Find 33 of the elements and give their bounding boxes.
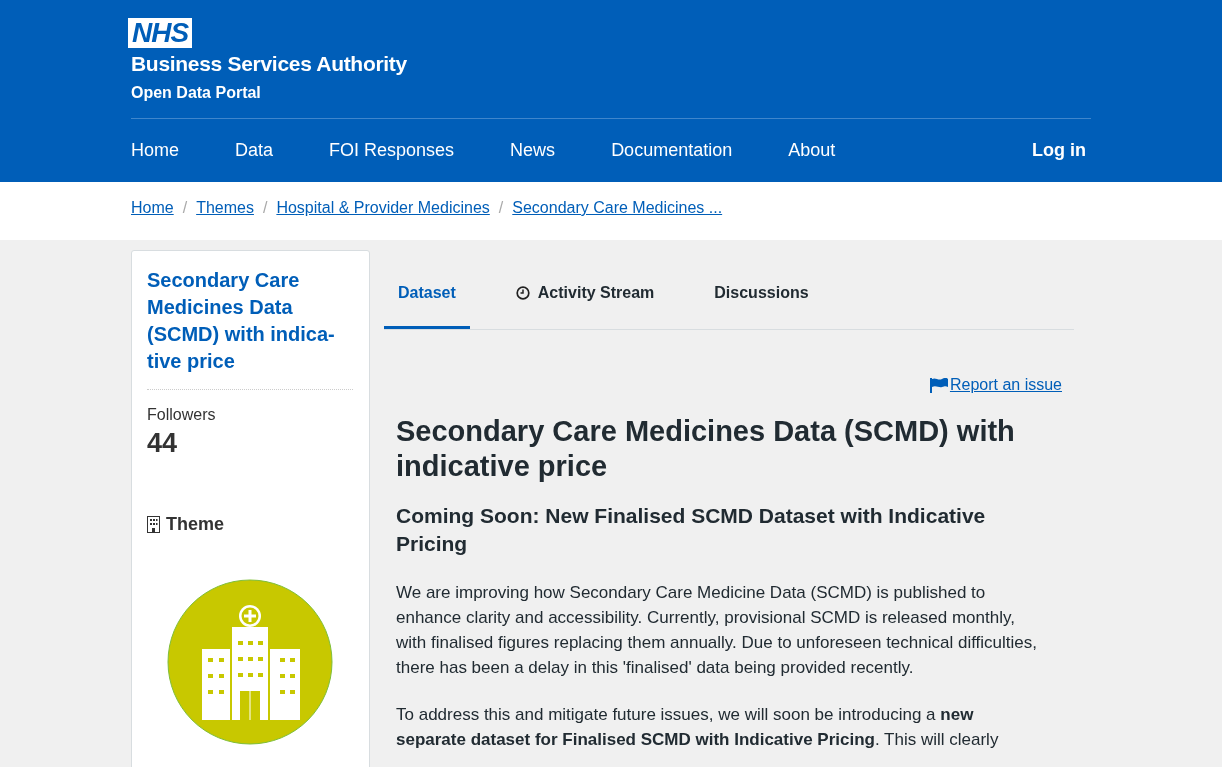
nav-link[interactable]: Documentation xyxy=(611,140,733,161)
tab[interactable]: Discussions xyxy=(700,260,823,329)
breadcrumb-link[interactable]: Themes xyxy=(196,199,254,217)
report-issue-link[interactable]: Report an issue xyxy=(929,376,1062,394)
nav-link[interactable]: Home xyxy=(131,140,179,161)
nav-link[interactable]: FOI Responses xyxy=(329,140,455,161)
portal-name: Open Data Portal xyxy=(131,84,262,102)
hospital-theme-icon[interactable] xyxy=(167,579,333,745)
nhs-logo[interactable]: NHS xyxy=(128,18,193,48)
breadcrumb-separator: / xyxy=(182,199,188,217)
nav-link[interactable]: Data xyxy=(235,140,274,161)
breadcrumb-separator: / xyxy=(498,199,504,217)
breadcrumb-separator: / xyxy=(262,199,268,217)
breadcrumb-link[interactable]: Home xyxy=(131,199,174,217)
followers-label: Followers xyxy=(147,406,217,424)
paragraph: To address this and mitigate future issues, we will soon be introducing a new separate dataset for Finalised SCMD with Indicative Pricing. This will clearly xyxy=(396,704,1000,751)
breadcrumb-link[interactable]: Secondary Care Medicines ... xyxy=(512,199,723,217)
dataset-title-link[interactable]: Secondary Care Medicines Data (SCMD) with indica-tive price xyxy=(147,267,353,390)
followers-count: 44 xyxy=(147,428,179,459)
organisation-name: Business Services Authority xyxy=(131,52,408,76)
nav-link[interactable]: About xyxy=(788,140,836,161)
paragraph: We are improving how Secondary Care Medicine Data (SCMD) is published to enhance clarity and accessibility. Currently, provisional SCMD is released monthly, with finalised figures replacing them annually. Due to unforeseen technical difficulties, there has been a delay in this 'finalised' data being provided recently. xyxy=(396,582,1038,679)
section-heading: Coming Soon: New Finalised SCMD Dataset with Indicative Pricing xyxy=(396,503,987,557)
theme-heading: Theme xyxy=(166,514,225,535)
tab[interactable]: Dataset xyxy=(384,260,470,329)
breadcrumb-link[interactable]: Hospital & Provider Medicines xyxy=(276,199,490,217)
flag-icon xyxy=(929,377,948,393)
tab[interactable]: Activity Stream xyxy=(501,260,669,329)
page-title: Secondary Care Medicines Data (SCMD) with indicative price xyxy=(396,414,1016,484)
building-icon xyxy=(147,516,160,533)
login-link[interactable]: Log in xyxy=(1032,140,1086,161)
clock-icon xyxy=(515,286,530,300)
nav-link[interactable]: News xyxy=(510,140,556,161)
